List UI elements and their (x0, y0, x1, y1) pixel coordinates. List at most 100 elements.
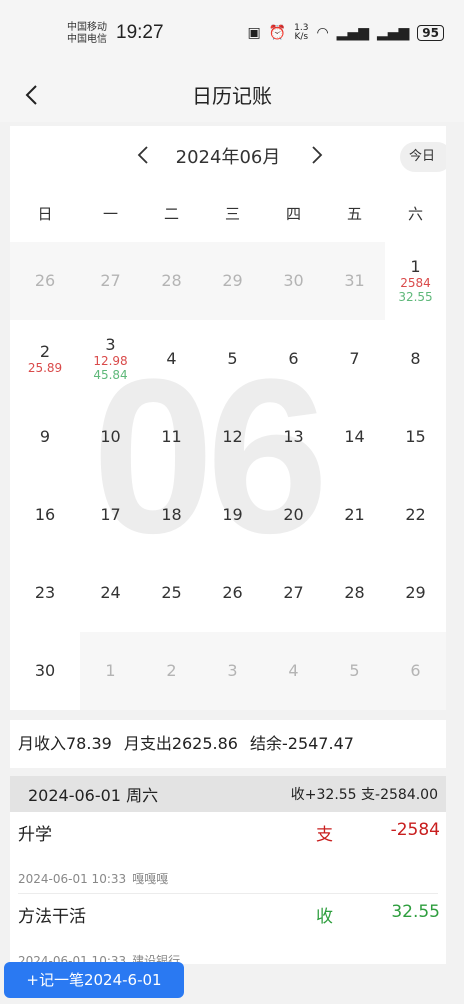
calendar-day[interactable]: 10 (80, 398, 141, 476)
calendar-week-row: 16 17 18 19 20 21 22 (10, 476, 446, 554)
next-month-chevron-icon[interactable] (304, 143, 328, 167)
month-navigation: 2024年06月 今日 (10, 126, 446, 186)
calendar-day-other-month[interactable]: 29 (202, 242, 263, 320)
day-expense-total: 25.89 (27, 361, 63, 375)
calendar-day-other-month[interactable]: 1 (80, 632, 141, 710)
day-number: 13 (283, 427, 304, 446)
calendar-day-other-month[interactable]: 28 (141, 242, 202, 320)
month-summary: 月收入78.39 月支出2625.86 结余-2547.47 (10, 720, 446, 768)
calendar-day[interactable]: 1 2584 32.55 (385, 242, 446, 320)
calendar-day[interactable]: 28 (324, 554, 385, 632)
calendar-day-other-month[interactable]: 26 (10, 242, 80, 320)
day-number: 26 (34, 271, 56, 290)
calendar-day[interactable]: 12 (202, 398, 263, 476)
day-number: 19 (222, 505, 243, 524)
calendar-day[interactable]: 20 (263, 476, 324, 554)
calendar-day-other-month[interactable]: 3 (202, 632, 263, 710)
calendar-week-row: 23 24 25 26 27 28 29 (10, 554, 446, 632)
weekday-label: 二 (163, 205, 179, 223)
calendar-day[interactable]: 8 (385, 320, 446, 398)
day-number: 3 (105, 335, 116, 354)
calendar-day[interactable]: 21 (324, 476, 385, 554)
calendar-day[interactable]: 29 (385, 554, 446, 632)
calendar-day-other-month[interactable]: 31 (324, 242, 385, 320)
calendar-day-other-month[interactable]: 27 (80, 242, 141, 320)
calendar-day-other-month[interactable]: 6 (385, 632, 446, 710)
calendar-day[interactable]: 24 (80, 554, 141, 632)
calendar-day-other-month[interactable]: 2 (141, 632, 202, 710)
day-number: 5 (349, 661, 360, 680)
calendar-day[interactable]: 18 (141, 476, 202, 554)
status-time: 19:27 (116, 22, 164, 43)
calendar-day[interactable]: 27 (263, 554, 324, 632)
calendar-week-row: 9 10 11 12 13 14 15 (10, 398, 446, 476)
transaction-category: 升学 (18, 825, 52, 845)
weekday-label: 五 (346, 205, 362, 223)
day-number: 12 (222, 427, 243, 446)
calendar-day[interactable]: 5 (202, 320, 263, 398)
day-number: 24 (100, 583, 121, 602)
day-number: 2 (39, 342, 51, 361)
weekday-label: 一 (102, 205, 118, 223)
calendar-day[interactable]: 13 (263, 398, 324, 476)
calendar-day[interactable]: 9 (10, 398, 80, 476)
status-icons: ▣ ⏰ 1.3 K/s ◠ ▂▄▆ ▂▄▆ 95 (247, 24, 444, 42)
day-number: 4 (288, 661, 299, 680)
calendar-day[interactable]: 25 (141, 554, 202, 632)
calendar-day[interactable]: 17 (80, 476, 141, 554)
app-header: 日历记账 (0, 70, 464, 122)
transaction-amount: 32.55 (391, 902, 440, 922)
add-record-button[interactable]: +记一笔2024-6-01 (4, 962, 184, 998)
calendar-grid: 26 27 28 29 30 31 1 2584 32.55 2 25.89 3 12.98 45.84 4… (10, 242, 446, 710)
day-number: 9 (39, 427, 51, 446)
day-number: 31 (344, 271, 365, 290)
speed-unit: K/s (294, 32, 309, 42)
calendar-day[interactable]: 2 25.89 (10, 320, 80, 398)
day-number: 22 (405, 505, 426, 524)
calendar-day[interactable]: 4 (141, 320, 202, 398)
signal-5g-icon: ▂▄▆ (376, 25, 410, 41)
calendar-day-other-month[interactable]: 5 (324, 632, 385, 710)
calendar-day[interactable]: 14 (324, 398, 385, 476)
calendar-week-row: 30 1 2 3 4 5 6 (10, 632, 446, 710)
calendar-day[interactable]: 16 (10, 476, 80, 554)
transaction-category: 方法干活 (18, 907, 86, 927)
today-button[interactable]: 今日 (400, 142, 446, 172)
month-income: 月收入78.39 (18, 734, 112, 753)
calendar-day[interactable]: 15 (385, 398, 446, 476)
status-bar: 中国移动 中国电信 19:27 ▣ ⏰ 1.3 K/s ◠ ▂▄▆ ▂▄▆ 95 (0, 0, 464, 70)
calendar-day[interactable]: 19 (202, 476, 263, 554)
day-number: 1 (410, 257, 421, 276)
calendar-day-other-month[interactable]: 4 (263, 632, 324, 710)
calendar-day[interactable]: 23 (10, 554, 80, 632)
day-income-total: 45.84 (93, 368, 128, 382)
calendar-day-other-month[interactable]: 30 (263, 242, 324, 320)
transaction-meta: 2024-06-01 10:33 嘎嘎嘎 (18, 870, 168, 887)
day-number: 27 (100, 271, 121, 290)
day-number: 28 (344, 583, 365, 602)
transaction-row[interactable]: 升学 支 -2584 2024-06-01 10:33 嘎嘎嘎 (18, 812, 440, 894)
day-number: 21 (344, 505, 365, 524)
day-number: 4 (166, 349, 177, 368)
day-number: 15 (405, 427, 426, 446)
transaction-amount: -2584 (390, 820, 440, 840)
day-number: 29 (405, 583, 426, 602)
month-label: 2024年06月 (175, 147, 281, 168)
calendar-day[interactable]: 3 12.98 45.84 (80, 320, 141, 398)
calendar-day[interactable]: 7 (324, 320, 385, 398)
alarm-icon: ⏰ (268, 25, 287, 41)
calendar-day[interactable]: 22 (385, 476, 446, 554)
calendar-day[interactable]: 6 (263, 320, 324, 398)
month-expense: 月支出2625.86 (123, 734, 238, 753)
weekday-header: 日 一 二 三 四 五 六 (10, 186, 446, 242)
transaction-row[interactable]: 方法干活 收 32.55 2024-06-01 10:33 建设银行 (18, 894, 440, 964)
calendar-day[interactable]: 26 (202, 554, 263, 632)
day-number: 23 (34, 583, 56, 602)
day-group-date: 2024-06-01 周六 (28, 786, 159, 805)
weekday-label: 四 (285, 205, 301, 223)
carrier-2: 中国电信 (67, 34, 107, 45)
day-number: 30 (283, 271, 304, 290)
calendar-day[interactable]: 30 (10, 632, 80, 710)
calendar-day[interactable]: 11 (141, 398, 202, 476)
day-number: 25 (161, 583, 182, 602)
